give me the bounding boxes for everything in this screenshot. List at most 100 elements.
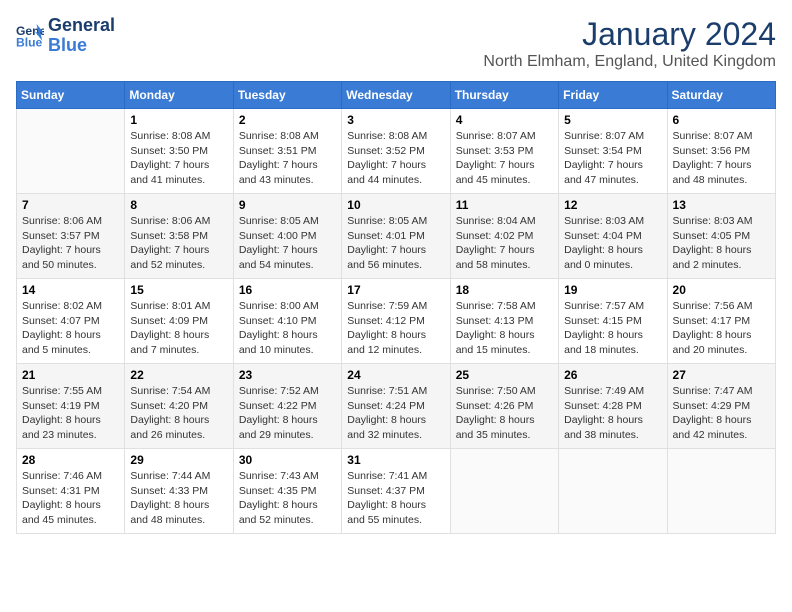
calendar-cell: 11 Sunrise: 8:04 AM Sunset: 4:02 PM Dayli…: [450, 194, 558, 279]
calendar-cell: 14 Sunrise: 8:02 AM Sunset: 4:07 PM Dayli…: [17, 279, 125, 364]
calendar-week-row: 14 Sunrise: 8:02 AM Sunset: 4:07 PM Dayli…: [17, 279, 776, 364]
day-number: 22: [130, 368, 227, 382]
logo: General Blue General Blue: [16, 16, 115, 56]
calendar-week-row: 7Sunrise: 8:06 AM Sunset: 3:57 PM Daylig…: [17, 194, 776, 279]
day-info: Sunrise: 7:56 AM Sunset: 4:17 PM Dayligh…: [673, 299, 770, 358]
calendar-cell: 23Sunrise: 7:52 AM Sunset: 4:22 PM Dayli…: [233, 364, 341, 449]
day-info: Sunrise: 7:54 AM Sunset: 4:20 PM Dayligh…: [130, 384, 227, 443]
day-number: 14: [22, 283, 119, 297]
calendar-cell: 18 Sunrise: 7:58 AM Sunset: 4:13 PM Dayli…: [450, 279, 558, 364]
location-title: North Elmham, England, United Kingdom: [483, 53, 776, 71]
day-info: Sunrise: 8:05 AM Sunset: 4:01 PM Dayligh…: [347, 214, 444, 273]
day-info: Sunrise: 8:02 AM Sunset: 4:07 PM Dayligh…: [22, 299, 119, 358]
calendar-cell: [450, 449, 558, 534]
day-number: 18: [456, 283, 553, 297]
day-info: Sunrise: 8:07 AM Sunset: 3:54 PM Dayligh…: [564, 129, 661, 188]
page-header: General Blue General Blue January 2024 N…: [16, 16, 776, 71]
calendar-cell: 13Sunrise: 8:03 AM Sunset: 4:05 PM Dayli…: [667, 194, 775, 279]
day-info: Sunrise: 7:50 AM Sunset: 4:26 PM Dayligh…: [456, 384, 553, 443]
day-number: 24: [347, 368, 444, 382]
calendar-cell: 17 Sunrise: 7:59 AM Sunset: 4:12 PM Dayli…: [342, 279, 450, 364]
day-info: Sunrise: 7:41 AM Sunset: 4:37 PM Dayligh…: [347, 469, 444, 528]
logo-icon: General Blue: [16, 22, 44, 50]
month-title: January 2024: [483, 16, 776, 53]
day-number: 17: [347, 283, 444, 297]
day-info: Sunrise: 8:01 AM Sunset: 4:09 PM Dayligh…: [130, 299, 227, 358]
calendar-cell: 5 Sunrise: 8:07 AM Sunset: 3:54 PM Daylig…: [559, 109, 667, 194]
day-number: 27: [673, 368, 770, 382]
day-info: Sunrise: 8:07 AM Sunset: 3:56 PM Dayligh…: [673, 129, 770, 188]
day-info: Sunrise: 8:07 AM Sunset: 3:53 PM Dayligh…: [456, 129, 553, 188]
calendar-cell: 9Sunrise: 8:05 AM Sunset: 4:00 PM Daylig…: [233, 194, 341, 279]
weekday-header: Thursday: [450, 82, 558, 109]
day-number: 7: [22, 198, 119, 212]
day-number: 25: [456, 368, 553, 382]
calendar-cell: 4Sunrise: 8:07 AM Sunset: 3:53 PM Daylig…: [450, 109, 558, 194]
calendar-cell: 16Sunrise: 8:00 AM Sunset: 4:10 PM Dayli…: [233, 279, 341, 364]
day-number: 9: [239, 198, 336, 212]
calendar-cell: 30 Sunrise: 7:43 AM Sunset: 4:35 PM Dayli…: [233, 449, 341, 534]
day-number: 11: [456, 198, 553, 212]
calendar-cell: [559, 449, 667, 534]
day-number: 29: [130, 453, 227, 467]
day-info: Sunrise: 7:43 AM Sunset: 4:35 PM Dayligh…: [239, 469, 336, 528]
day-number: 6: [673, 113, 770, 127]
day-info: Sunrise: 7:44 AM Sunset: 4:33 PM Dayligh…: [130, 469, 227, 528]
day-info: Sunrise: 7:55 AM Sunset: 4:19 PM Dayligh…: [22, 384, 119, 443]
weekday-header: Monday: [125, 82, 233, 109]
day-info: Sunrise: 7:59 AM Sunset: 4:12 PM Dayligh…: [347, 299, 444, 358]
day-info: Sunrise: 8:03 AM Sunset: 4:05 PM Dayligh…: [673, 214, 770, 273]
day-number: 10: [347, 198, 444, 212]
calendar-cell: 8 Sunrise: 8:06 AM Sunset: 3:58 PM Daylig…: [125, 194, 233, 279]
day-info: Sunrise: 8:03 AM Sunset: 4:04 PM Dayligh…: [564, 214, 661, 273]
logo-line1: General: [48, 16, 115, 36]
day-info: Sunrise: 7:51 AM Sunset: 4:24 PM Dayligh…: [347, 384, 444, 443]
day-number: 16: [239, 283, 336, 297]
calendar-cell: 7Sunrise: 8:06 AM Sunset: 3:57 PM Daylig…: [17, 194, 125, 279]
svg-text:Blue: Blue: [16, 35, 43, 49]
day-number: 30: [239, 453, 336, 467]
calendar-cell: 27 Sunrise: 7:47 AM Sunset: 4:29 PM Dayli…: [667, 364, 775, 449]
day-info: Sunrise: 8:08 AM Sunset: 3:50 PM Dayligh…: [130, 129, 227, 188]
weekday-header: Wednesday: [342, 82, 450, 109]
day-number: 15: [130, 283, 227, 297]
title-block: January 2024 North Elmham, England, Unit…: [483, 16, 776, 71]
day-number: 20: [673, 283, 770, 297]
day-info: Sunrise: 7:57 AM Sunset: 4:15 PM Dayligh…: [564, 299, 661, 358]
day-number: 1: [130, 113, 227, 127]
day-info: Sunrise: 7:46 AM Sunset: 4:31 PM Dayligh…: [22, 469, 119, 528]
day-info: Sunrise: 8:06 AM Sunset: 3:58 PM Dayligh…: [130, 214, 227, 273]
day-info: Sunrise: 8:04 AM Sunset: 4:02 PM Dayligh…: [456, 214, 553, 273]
calendar-cell: 2 Sunrise: 8:08 AM Sunset: 3:51 PM Daylig…: [233, 109, 341, 194]
logo-line2: Blue: [48, 36, 115, 56]
day-number: 12: [564, 198, 661, 212]
calendar-cell: 28Sunrise: 7:46 AM Sunset: 4:31 PM Dayli…: [17, 449, 125, 534]
calendar-cell: 20 Sunrise: 7:56 AM Sunset: 4:17 PM Dayli…: [667, 279, 775, 364]
calendar-cell: 22 Sunrise: 7:54 AM Sunset: 4:20 PM Dayli…: [125, 364, 233, 449]
calendar-week-row: 21Sunrise: 7:55 AM Sunset: 4:19 PM Dayli…: [17, 364, 776, 449]
weekday-header: Saturday: [667, 82, 775, 109]
day-info: Sunrise: 7:58 AM Sunset: 4:13 PM Dayligh…: [456, 299, 553, 358]
weekday-header-row: SundayMondayTuesdayWednesdayThursdayFrid…: [17, 82, 776, 109]
calendar-cell: 15 Sunrise: 8:01 AM Sunset: 4:09 PM Dayli…: [125, 279, 233, 364]
calendar-cell: 19 Sunrise: 7:57 AM Sunset: 4:15 PM Dayli…: [559, 279, 667, 364]
day-number: 2: [239, 113, 336, 127]
calendar-cell: 31 Sunrise: 7:41 AM Sunset: 4:37 PM Dayli…: [342, 449, 450, 534]
weekday-header: Sunday: [17, 82, 125, 109]
calendar-table: SundayMondayTuesdayWednesdayThursdayFrid…: [16, 81, 776, 534]
calendar-week-row: 1 Sunrise: 8:08 AM Sunset: 3:50 PM Daylig…: [17, 109, 776, 194]
weekday-header: Tuesday: [233, 82, 341, 109]
day-info: Sunrise: 8:08 AM Sunset: 3:51 PM Dayligh…: [239, 129, 336, 188]
day-number: 31: [347, 453, 444, 467]
calendar-week-row: 28Sunrise: 7:46 AM Sunset: 4:31 PM Dayli…: [17, 449, 776, 534]
day-info: Sunrise: 7:49 AM Sunset: 4:28 PM Dayligh…: [564, 384, 661, 443]
day-number: 5: [564, 113, 661, 127]
day-number: 19: [564, 283, 661, 297]
day-info: Sunrise: 7:47 AM Sunset: 4:29 PM Dayligh…: [673, 384, 770, 443]
calendar-cell: [667, 449, 775, 534]
weekday-header: Friday: [559, 82, 667, 109]
day-number: 3: [347, 113, 444, 127]
calendar-cell: 24 Sunrise: 7:51 AM Sunset: 4:24 PM Dayli…: [342, 364, 450, 449]
calendar-cell: 10 Sunrise: 8:05 AM Sunset: 4:01 PM Dayli…: [342, 194, 450, 279]
day-number: 8: [130, 198, 227, 212]
